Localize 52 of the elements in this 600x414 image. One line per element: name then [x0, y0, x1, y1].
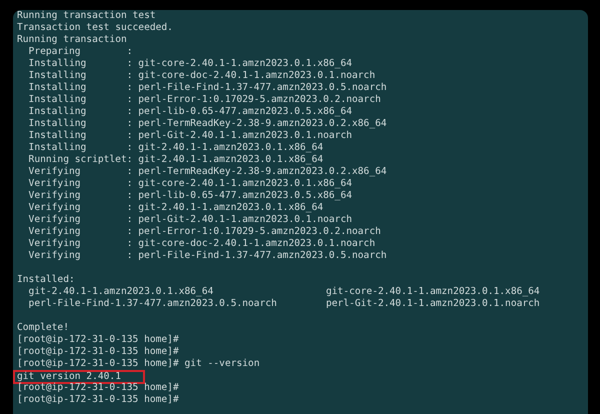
shell-prompt: [root@ip-172-31-0-135 home]# [17, 382, 179, 393]
step-action: Verifying [28, 166, 82, 178]
output-line: Running transaction [17, 34, 127, 45]
step-action: Preparing [28, 46, 82, 58]
output-line: Running transaction test [17, 10, 156, 21]
step-package: : git-2.40.1-1.amzn2023.0.1.x86_64 [126, 154, 324, 165]
step-action: Installing [28, 94, 88, 106]
step-action: Installing [28, 118, 88, 130]
step-package: : perl-lib-0.65-477.amzn2023.0.5.x86_64 [126, 190, 352, 201]
step-action: Installing [28, 58, 88, 70]
shell-prompt: [root@ip-172-31-0-135 home]# [17, 346, 179, 357]
step-package: : git-core-doc-2.40.1-1.amzn2023.0.1.noarch [126, 238, 376, 249]
shell-prompt: [root@ip-172-31-0-135 home]# [17, 394, 179, 405]
step-package: : [126, 46, 133, 57]
step-package: : perl-File-Find-1.37-477.amzn2023.0.5.noarch [126, 82, 387, 93]
step-action: Verifying [28, 190, 82, 202]
package-name: perl-Git-2.40.1-1.amzn2023.0.1.noarch [326, 298, 540, 309]
step-package: : perl-TermReadKey-2.38-9.amzn2023.0.2.x86_64 [126, 166, 387, 177]
output-line: Transaction test succeeded. [17, 22, 173, 33]
step-package: : git-core-doc-2.40.1-1.amzn2023.0.1.noarch [126, 70, 376, 81]
command-text: git --version [184, 358, 260, 369]
output-line: Complete! [17, 322, 69, 333]
step-package: : perl-lib-0.65-477.amzn2023.0.5.x86_64 [126, 106, 352, 117]
shell-prompt: [root@ip-172-31-0-135 home]# [17, 334, 179, 345]
step-action: Verifying [28, 250, 82, 262]
step-action: Installing [28, 130, 88, 142]
step-action: Running scriptlet [28, 154, 127, 166]
step-action: Installing [28, 142, 88, 154]
highlighted-output: git version 2.40.1 [13, 370, 145, 384]
package-name: git-2.40.1-1.amzn2023.0.1.x86_64 [28, 286, 214, 298]
shell-prompt: [root@ip-172-31-0-135 home]# [17, 358, 179, 369]
step-package: : perl-File-Find-1.37-477.amzn2023.0.5.noarch [126, 250, 387, 261]
step-package: : git-core-2.40.1-1.amzn2023.0.1.x86_64 [126, 58, 352, 69]
step-package: : perl-TermReadKey-2.38-9.amzn2023.0.2.x86_64 [126, 118, 387, 129]
step-action: Verifying [28, 238, 82, 250]
step-package: : git-2.40.1-1.amzn2023.0.1.x86_64 [126, 142, 324, 153]
step-package: : git-2.40.1-1.amzn2023.0.1.x86_64 [126, 202, 324, 213]
step-action: Verifying [28, 214, 82, 226]
package-name: perl-File-Find-1.37-477.amzn2023.0.5.noarch [28, 298, 278, 310]
step-action: Installing [28, 70, 88, 82]
output-line: Installed: [17, 274, 75, 285]
step-package: : perl-Error-1:0.17029-5.amzn2023.0.2.noarch [126, 226, 381, 237]
step-package: : perl-Error-1:0.17029-5.amzn2023.0.2.noarch [126, 94, 381, 105]
step-package: : perl-Git-2.40.1-1.amzn2023.0.1.noarch [126, 130, 352, 141]
step-package: : git-core-2.40.1-1.amzn2023.0.1.x86_64 [126, 178, 352, 189]
step-action: Verifying [28, 226, 82, 238]
step-package: : perl-Git-2.40.1-1.amzn2023.0.1.noarch [126, 214, 352, 225]
step-action: Installing [28, 82, 88, 94]
step-action: Verifying [28, 202, 82, 214]
step-action: Installing [28, 106, 88, 118]
step-action: Verifying [28, 178, 82, 190]
package-name: git-core-2.40.1-1.amzn2023.0.1.x86_64 [326, 286, 540, 297]
